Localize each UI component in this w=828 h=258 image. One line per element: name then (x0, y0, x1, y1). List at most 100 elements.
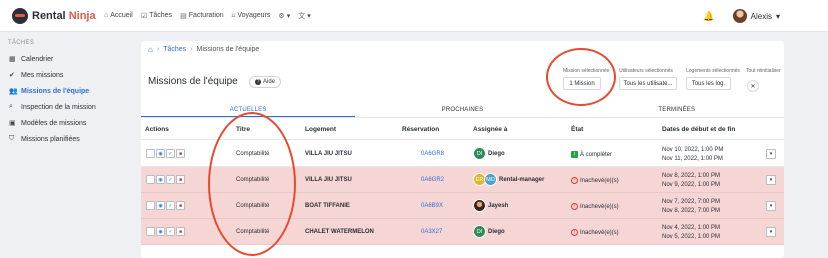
row-dates: Nov 8, 2022, 1:00 PM Nov 9, 2022, 1:00 P… (662, 173, 721, 188)
row-title: Comptabilité (236, 151, 270, 157)
tab-prochaines[interactable]: PROCHAINES (355, 103, 569, 117)
chevron-down-icon[interactable]: ▾ (766, 175, 776, 185)
table-header: Actions Titre Logement Réservation Assig… (141, 120, 784, 140)
table-row[interactable]: ◉ ✓ ■ Comptabilité VILLA JIU JITSU 0A6GR… (141, 167, 784, 193)
row-title: Comptabilité (236, 203, 270, 209)
chevron-down-icon[interactable]: ▾ (766, 201, 776, 211)
properties-filter: Logements sélectionnés Tous les log. (686, 68, 740, 90)
translate-icon: 文 (298, 12, 306, 20)
check-icon[interactable]: ✓ (166, 175, 175, 184)
chevron-down-icon[interactable]: ▾ (766, 149, 776, 159)
team-icon: 👥 (9, 88, 18, 95)
check-icon[interactable]: ✓ (166, 201, 175, 210)
user-name: Alexis (750, 11, 772, 21)
bell-icon[interactable]: 🔔 (703, 11, 714, 22)
properties-select[interactable]: Tous les log. (686, 77, 731, 90)
page-title: Missions de l'équipe (148, 76, 238, 87)
search-icon: ⌕ (9, 103, 13, 110)
eye-icon[interactable]: ◉ (156, 175, 165, 184)
check-icon[interactable]: ✓ (166, 149, 175, 158)
sidebar-item-missions-equipe[interactable]: 👥 Missions de l'équipe (0, 83, 134, 99)
status-badge: ! Inachevé(e)(s) (571, 203, 619, 210)
nav-voyageurs[interactable]: ⌑ Voyageurs (232, 12, 271, 20)
top-navbar: Rental Ninja ⌂ Accueil ☑ Tâches ▤ Facturati… (0, 0, 828, 32)
eye-icon[interactable]: ◉ (156, 149, 165, 158)
avatar (732, 9, 747, 23)
user-menu[interactable]: Alexis ▾ (732, 9, 780, 23)
users-select[interactable]: Tous les utilisate... (619, 77, 677, 90)
select-checkbox[interactable] (146, 149, 155, 158)
avatar: DI (473, 225, 486, 238)
question-icon: ? (255, 79, 261, 85)
trash-icon[interactable]: ■ (176, 227, 185, 236)
header-dates[interactable]: Dates de début et de fin (662, 126, 735, 133)
row-actions: ◉ ✓ ■ (146, 201, 185, 210)
header-property[interactable]: Logement (305, 126, 336, 133)
select-checkbox[interactable] (146, 227, 155, 236)
nav-accueil[interactable]: ⌂ Accueil (104, 12, 133, 19)
mission-filter: Mission sélectionnée 1 Mission (563, 68, 609, 90)
sidebar-item-modeles[interactable]: ▣ Modèles de missions (0, 115, 134, 131)
nav-facturation[interactable]: ▤ Facturation (180, 12, 224, 20)
alert-icon: ! (571, 229, 578, 236)
eye-icon[interactable]: ◉ (156, 227, 165, 236)
reset-button[interactable]: ✕ (747, 80, 759, 92)
sidebar-item-planifiees[interactable]: ⛉ Missions planifiées (0, 131, 134, 147)
chevron-down-icon: ▾ (286, 12, 291, 20)
header-assigned[interactable]: Assignée à (473, 126, 507, 133)
select-checkbox[interactable] (146, 175, 155, 184)
row-property: VILLA JIU JITSU (305, 151, 352, 157)
row-assignees: DI Diego (473, 147, 505, 160)
tab-terminees[interactable]: TERMINÉES (570, 103, 784, 117)
row-title: Comptabilité (236, 177, 270, 183)
breadcrumb-taches[interactable]: Tâches (163, 46, 186, 53)
row-actions: ◉ ✓ ■ (146, 149, 185, 158)
sidebar-item-inspection[interactable]: ⌕ Inspection de la mission (0, 99, 134, 115)
trash-icon[interactable]: ■ (176, 175, 185, 184)
app-logo[interactable]: Rental Ninja (12, 7, 104, 24)
people-icon: ⌑ (231, 12, 236, 20)
row-reservation[interactable]: 0A6B9X (421, 203, 443, 209)
nav-translate-menu[interactable]: 文 ▾ (298, 11, 311, 21)
help-button[interactable]: ? Aide (249, 76, 282, 88)
row-reservation[interactable]: 0A3X27 (421, 229, 442, 235)
nav-settings-menu[interactable]: ⚙ ▾ (278, 12, 290, 20)
check-icon[interactable]: ✓ (166, 227, 175, 236)
table-row[interactable]: ◉ ✓ ■ Comptabilité BOAT TIFFANIE 0A6B9X … (141, 193, 784, 219)
table-row[interactable]: ◉ ✓ ■ Comptabilité CHALET WATERMELON 0A3… (141, 219, 784, 245)
avatar (473, 199, 486, 212)
row-assignees: Jayesh (473, 199, 508, 212)
home-icon: ⌂ (104, 12, 109, 19)
table-row[interactable]: ◉ ✓ ■ Comptabilité VILLA JIU JITSU 0A6GR… (141, 141, 784, 167)
calendar-icon: ▦ (9, 56, 16, 63)
home-icon[interactable]: ⌂ (148, 45, 153, 54)
select-checkbox[interactable] (146, 201, 155, 210)
trash-icon[interactable]: ■ (176, 149, 185, 158)
alert-icon: ! (571, 203, 578, 210)
mission-select[interactable]: 1 Mission (563, 77, 601, 90)
row-actions: ◉ ✓ ■ (146, 227, 185, 236)
row-property: BOAT TIFFANIE (305, 203, 350, 209)
sidebar-item-calendrier[interactable]: ▦ Calendrier (0, 51, 134, 67)
row-assignees: ER MO Rental-manager (473, 173, 544, 186)
invoice-icon: ▤ (180, 12, 187, 20)
chevron-down-icon[interactable]: ▾ (766, 227, 776, 237)
chevron-down-icon: ▾ (307, 12, 311, 20)
alert-icon: ! (571, 177, 578, 184)
row-dates: Nov 7, 2022, 7:00 PM Nov 8, 2022, 7:00 P… (662, 199, 721, 214)
nav-taches[interactable]: ☑ Tâches (141, 12, 172, 20)
sidebar: TÂCHES ▦ Calendrier ✔ Mes missions 👥 Missio… (0, 33, 134, 258)
header-reservation[interactable]: Réservation (402, 126, 439, 133)
status-badge: ! Inachevé(e)(s) (571, 177, 619, 184)
close-icon: ✕ (750, 83, 756, 90)
row-reservation[interactable]: 0A6GR8 (421, 151, 444, 157)
header-status[interactable]: État (571, 126, 583, 133)
tab-actuelles[interactable]: ACTUELLES (141, 103, 356, 117)
header-actions: Actions (145, 126, 169, 133)
gear-icon: ⚙ (278, 12, 285, 20)
trash-icon[interactable]: ■ (176, 201, 185, 210)
row-reservation[interactable]: 0A6GR2 (421, 177, 444, 183)
sidebar-item-mes-missions[interactable]: ✔ Mes missions (0, 67, 134, 83)
eye-icon[interactable]: ◉ (156, 201, 165, 210)
header-title[interactable]: Titre (236, 126, 250, 133)
